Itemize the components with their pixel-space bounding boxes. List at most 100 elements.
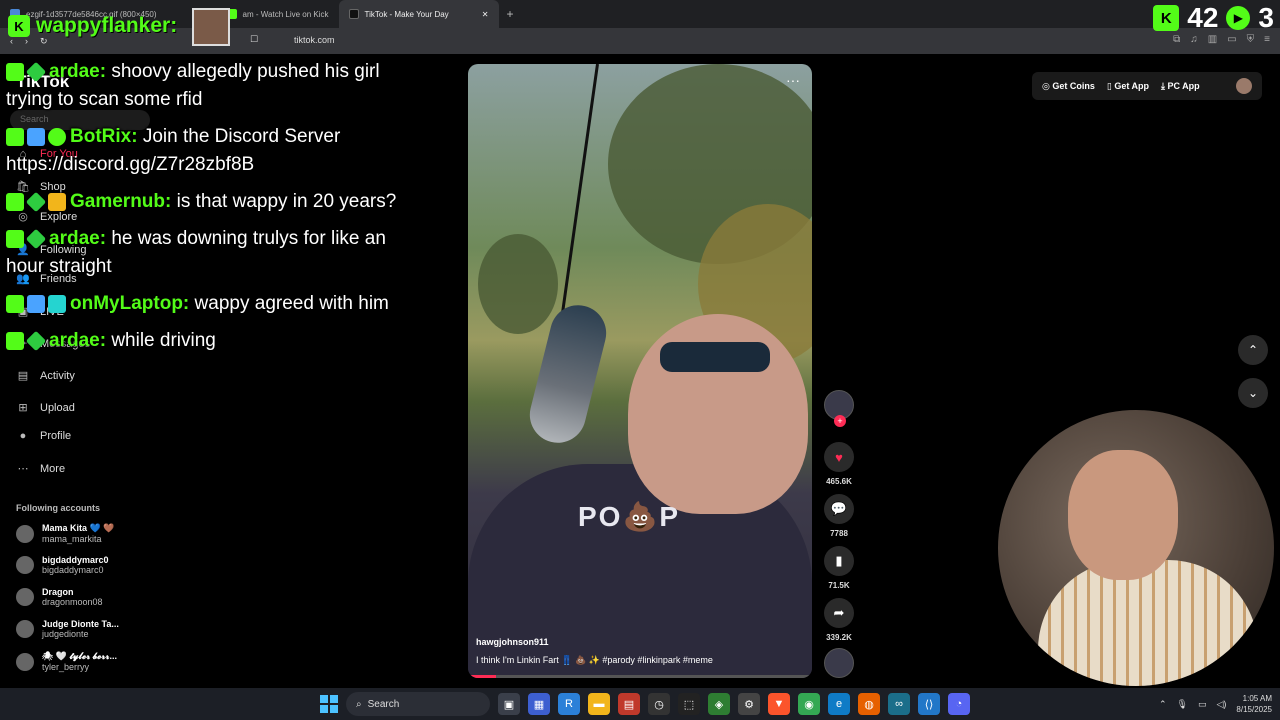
next-video-button[interactable]: ⌄ (1238, 378, 1268, 408)
get-coins-button[interactable]: ◎ Get Coins (1042, 81, 1095, 92)
following-account[interactable]: Judge Dionte Ta... judgedionte (16, 619, 156, 639)
chat-username[interactable]: ardae: (49, 228, 106, 249)
microphone-icon[interactable]: 🎙 (1177, 699, 1188, 710)
following-account[interactable]: bigdaddymarc0 bigdaddymarc0 (16, 555, 156, 575)
nav-item-activity[interactable]: ▤ Activity (16, 369, 176, 383)
bookmark-icon[interactable]: ☐ (250, 34, 258, 45)
chat-username[interactable]: ardae: (49, 330, 106, 351)
wallet-icon[interactable]: ▭ (1227, 34, 1236, 45)
gem-badge-icon (25, 330, 47, 352)
app-icon[interactable]: ▦ (528, 693, 550, 715)
chrome-icon[interactable]: ◉ (798, 693, 820, 715)
chat-message: Gamernub: is that wappy in 20 years? (6, 188, 406, 216)
media-icon[interactable]: ♫ (1190, 34, 1198, 45)
vscode-icon[interactable]: ⟨⟩ (918, 693, 940, 715)
video-progress[interactable] (468, 675, 812, 678)
clock-app-icon[interactable]: ◷ (648, 693, 670, 715)
tab-tiktok[interactable]: TikTok - Make Your Day ✕ (338, 0, 499, 28)
app-icon[interactable]: ⚙ (738, 693, 760, 715)
account-avatar (16, 588, 34, 606)
video-author[interactable]: hawgjohnson911 (476, 637, 549, 647)
discord-icon[interactable]: ◔ (948, 693, 970, 715)
account-display-name: 🕷 🤍 𝓽𝔂𝓵𝓮𝓻 𝓫𝓮𝓻𝓻... (42, 651, 117, 661)
close-icon[interactable]: ✕ (482, 10, 489, 19)
bookmark-button[interactable]: ▮ (824, 546, 854, 576)
account-names: Dragon dragonmoon08 (42, 587, 103, 607)
video-player[interactable]: PO💩P ··· hawgjohnson911 I think I'm Link… (468, 64, 812, 678)
sound-avatar[interactable] (824, 648, 854, 678)
nav-item-more[interactable]: ⋯ More (16, 462, 176, 476)
account-username: bigdaddymarc0 (42, 565, 104, 575)
clock[interactable]: 1:05 AM 8/15/2025 (1236, 693, 1272, 715)
comment-button[interactable]: 💬 (824, 494, 854, 524)
crown-badge-icon (48, 192, 66, 211)
sound-rail (822, 648, 856, 678)
app-icon[interactable]: ⬚ (678, 693, 700, 715)
get-app-button[interactable]: ▯ Get App (1107, 81, 1149, 92)
chat-badges (6, 228, 47, 250)
kick-logo-icon: K (1153, 5, 1180, 31)
task-view-icon[interactable]: ▣ (498, 693, 520, 715)
chat-message: BotRix: Join the Discord Server https://… (6, 123, 406, 179)
firefox-icon[interactable]: ◍ (858, 693, 880, 715)
follow-plus-icon[interactable]: + (834, 415, 846, 427)
nav-item-label: Upload (40, 401, 75, 414)
streamer-label: K wappyflanker: (8, 14, 177, 38)
share-count: 339.2K (826, 633, 852, 642)
video-action-rail: + ♥ 465.6K 💬 7788 ▮ 71.5K ➦ 339.2K (822, 390, 856, 650)
new-tab-button[interactable]: + (507, 7, 514, 21)
extension-icon[interactable]: ⧉ (1173, 34, 1180, 45)
file-explorer-icon[interactable]: ▬ (588, 693, 610, 715)
menu-icon[interactable]: ≡ (1264, 34, 1270, 45)
chat-message: ardae: he was downing trulys for like an… (6, 225, 406, 281)
taskbar-search[interactable]: ⌕ Search (346, 692, 490, 716)
following-accounts-heading: Following accounts (16, 503, 101, 513)
webcam-body (1038, 560, 1258, 686)
app-icon[interactable]: ◈ (708, 693, 730, 715)
nav-item-profile[interactable]: ● Profile (16, 430, 176, 442)
shield-icon[interactable]: ⛨ (1247, 34, 1255, 45)
screen: ezgif-1d3577de5846cc.gif (800×450) am - … (0, 0, 1280, 720)
pc-app-button[interactable]: ⤓ PC App (1161, 81, 1200, 92)
brave-browser-icon[interactable]: ▼ (768, 693, 790, 715)
following-account[interactable]: Mama Kita 💙 🤎 mama_markita (16, 523, 156, 544)
app-icon[interactable]: ∞ (888, 693, 910, 715)
like-button[interactable]: ♥ (824, 442, 854, 472)
sidebar-icon[interactable]: ▥ (1208, 34, 1217, 45)
kick-badge-icon (6, 229, 24, 248)
following-account[interactable]: 🕷 🤍 𝓽𝔂𝓵𝓮𝓻 𝓫𝓮𝓻𝓻... tyler_berryy (16, 651, 156, 672)
windows-start-icon[interactable] (320, 695, 338, 713)
chevron-down-icon: ⌄ (1247, 386, 1259, 400)
app-icon[interactable]: R (558, 693, 580, 715)
system-tray: ⌃ 🎙 ▭ ◁) 1:05 AM 8/15/2025 (1159, 693, 1272, 715)
chat-text: is that wappy in 20 years? (176, 191, 397, 212)
chat-username[interactable]: BotRix: (70, 126, 138, 147)
url-field[interactable]: tiktok.com (294, 35, 335, 45)
check-badge-icon (48, 127, 66, 146)
more-options-icon[interactable]: ··· (786, 72, 800, 88)
share-button[interactable]: ➦ (824, 598, 854, 628)
chat-badges (6, 330, 47, 352)
chat-username[interactable]: onMyLaptop: (70, 293, 189, 314)
account-avatar (16, 556, 34, 574)
kick-badge-icon (6, 127, 24, 146)
account-display-name: Mama Kita 💙 🤎 (42, 523, 115, 533)
app-icon[interactable]: ▤ (618, 693, 640, 715)
volume-icon[interactable]: ◁) (1216, 699, 1226, 710)
chevron-up-icon[interactable]: ⌃ (1159, 699, 1167, 710)
following-account[interactable]: Dragon dragonmoon08 (16, 587, 156, 607)
chat-badges (6, 191, 66, 213)
edge-icon[interactable]: e (828, 693, 850, 715)
chat-username[interactable]: ardae: (49, 61, 106, 82)
shirt-text: PO💩P (578, 501, 680, 532)
creator-avatar[interactable]: + (824, 390, 854, 427)
network-icon[interactable]: ▭ (1198, 699, 1207, 710)
nav-item-upload[interactable]: ⊞ Upload (16, 401, 176, 415)
previous-video-button[interactable]: ⌃ (1238, 335, 1268, 365)
chat-badges (6, 127, 66, 146)
more-icon: ⋯ (17, 463, 29, 475)
streamer-avatar (192, 8, 230, 46)
profile-avatar[interactable] (1236, 78, 1252, 94)
bookmark-icon: ▮ (835, 553, 843, 568)
chat-username[interactable]: Gamernub: (70, 191, 171, 212)
